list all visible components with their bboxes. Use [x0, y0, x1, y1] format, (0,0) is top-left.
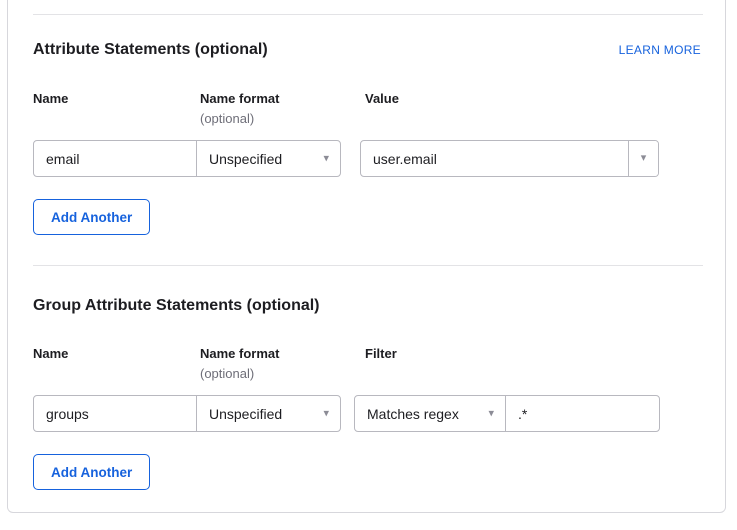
group-name-format-optional-label: (optional) — [200, 367, 254, 381]
group-filter-type-selected-value: Matches regex — [355, 406, 505, 422]
group-name-format-selected-value: Unspecified — [197, 406, 340, 422]
attr-value-input[interactable] — [361, 141, 628, 176]
attr-name-cell — [34, 141, 196, 176]
group-filter-group: Matches regex ▾ — [354, 395, 660, 432]
group-name-format-select[interactable]: Unspecified ▾ — [196, 396, 340, 431]
attr-value-combobox: ▾ — [360, 140, 659, 177]
attr-value-dropdown-button[interactable]: ▾ — [628, 141, 658, 176]
group-attribute-statements-title: Group Attribute Statements (optional) — [33, 298, 320, 314]
attr-value-cell — [361, 141, 628, 176]
group-name-column-label: Name — [33, 347, 68, 361]
group-name-input[interactable] — [34, 396, 196, 431]
attr-name-input[interactable] — [34, 141, 196, 176]
attribute-statements-title: Attribute Statements (optional) — [33, 42, 268, 58]
group-name-cell — [34, 396, 196, 431]
group-filter-column-label: Filter — [365, 347, 397, 361]
chevron-down-icon: ▾ — [641, 153, 647, 164]
attr-name-format-optional-label: (optional) — [200, 112, 254, 126]
section-divider-middle — [33, 265, 703, 266]
group-row-name-format-group: Unspecified ▾ — [33, 395, 341, 432]
attr-add-another-button[interactable]: Add Another — [33, 199, 150, 235]
section-divider-top — [33, 14, 703, 15]
attr-name-format-column-label: Name format — [200, 92, 279, 106]
attr-row-name-format-group: Unspecified ▾ — [33, 140, 341, 177]
attr-name-format-selected-value: Unspecified — [197, 151, 340, 167]
settings-card: Attribute Statements (optional) LEARN MO… — [7, 0, 726, 513]
group-filter-value-input[interactable] — [506, 396, 659, 431]
attr-name-format-select[interactable]: Unspecified ▾ — [196, 141, 340, 176]
group-filter-type-select[interactable]: Matches regex ▾ — [355, 396, 505, 431]
attr-name-column-label: Name — [33, 92, 68, 106]
attr-value-column-label: Value — [365, 92, 399, 106]
group-filter-value-cell — [505, 396, 659, 431]
group-name-format-column-label: Name format — [200, 347, 279, 361]
learn-more-link[interactable]: LEARN MORE — [619, 43, 701, 57]
group-add-another-button[interactable]: Add Another — [33, 454, 150, 490]
